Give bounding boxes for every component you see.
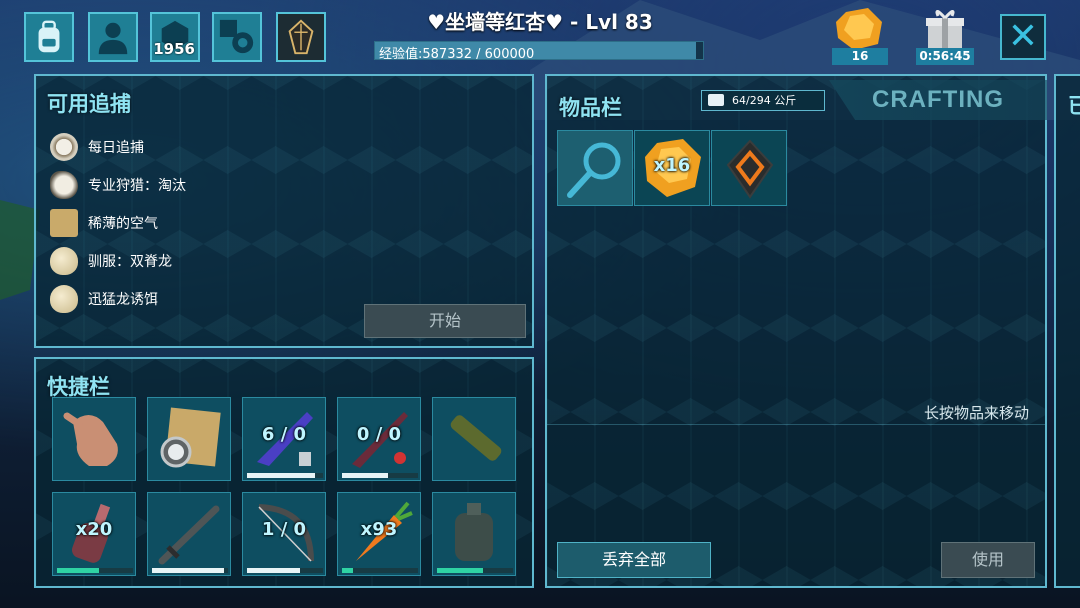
start-button[interactable]: 开始 <box>364 304 526 338</box>
quest-item[interactable]: 驯服：双脊龙 <box>50 242 530 280</box>
xp-bar: 经验值:587332 / 600000 <box>374 41 704 62</box>
search-magnifier-icon <box>567 142 621 198</box>
ammo-count: 0 / 0 <box>356 424 402 445</box>
backpack-icon <box>38 20 60 53</box>
durability-bar <box>57 568 133 573</box>
item-count: x16 <box>653 155 691 176</box>
inventory-slot[interactable]: x16 <box>634 130 710 206</box>
character-button[interactable] <box>88 12 138 62</box>
hotbar-slot[interactable]: x93 <box>337 492 421 576</box>
inventory-button[interactable] <box>24 12 74 62</box>
quests-title: 可用追捕 <box>47 92 131 116</box>
quest-label: 专业狩猎：淘汰 <box>88 178 186 194</box>
quest-label: 驯服：双脊龙 <box>88 254 172 270</box>
gear-icon <box>219 19 254 54</box>
hand-icon <box>63 412 118 466</box>
hotbar-slot[interactable] <box>432 397 516 481</box>
map-icon <box>50 209 78 237</box>
dino-skull-icon <box>50 171 78 199</box>
hotbar-slot[interactable] <box>52 397 136 481</box>
divider <box>547 424 1045 425</box>
weight-indicator: 64/294 公斤 <box>701 90 825 111</box>
close-x-icon: ✕ <box>1007 16 1039 57</box>
hotbar-slot[interactable]: 0 / 0 <box>337 397 421 481</box>
durability-fill <box>247 473 316 478</box>
durability-fill <box>152 568 225 573</box>
xp-label: 经验值:587332 / 600000 <box>379 47 535 62</box>
amber-icon <box>836 8 882 50</box>
spyglass-icon <box>450 415 502 461</box>
engrams-button[interactable]: 1956 <box>150 12 200 62</box>
quest-item[interactable]: 每日追捕 <box>50 128 530 166</box>
hotbar-slot[interactable]: 6 / 0 <box>242 397 326 481</box>
egg-icon <box>50 285 78 313</box>
inventory-slot[interactable] <box>711 130 787 206</box>
durability-bar <box>247 568 323 573</box>
move-hint: 长按物品来移动 <box>923 404 1029 422</box>
tab-crafting[interactable]: CRAFTING <box>829 80 1047 120</box>
durability-fill <box>247 568 301 573</box>
durability-bar <box>152 568 228 573</box>
inventory-search-slot[interactable] <box>557 130 633 206</box>
durability-fill <box>342 568 354 573</box>
tribe-button[interactable] <box>276 12 326 62</box>
backpack-armor-icon <box>455 503 493 561</box>
sword-icon <box>158 505 220 565</box>
gift-timer: 0:56:45 <box>916 48 974 65</box>
settings-button[interactable] <box>212 12 262 62</box>
player-name-level: ♥坐墙等红杏♥ - Lvl 83 <box>427 10 653 34</box>
quest-label: 迅猛龙诱饵 <box>88 292 158 308</box>
durability-bar <box>437 568 513 573</box>
drop-all-button[interactable]: 丢弃全部 <box>557 542 711 578</box>
gift-reward[interactable]: 0:56:45 <box>916 8 974 65</box>
hotbar-slot[interactable]: 1 / 0 <box>242 492 326 576</box>
inventory-title: 物品栏 <box>559 96 622 120</box>
use-button[interactable]: 使用 <box>941 542 1035 578</box>
side-panel-edge[interactable]: 已 <box>1054 74 1080 588</box>
durability-fill <box>342 473 388 478</box>
element-shard-icon <box>726 139 774 199</box>
inventory-panel: 物品栏 64/294 公斤 CRAFTING x16 长按物品来移动 丢弃全部 … <box>545 74 1047 588</box>
ammo-count: 6 / 0 <box>261 424 307 445</box>
quest-item[interactable]: 专业狩猎：淘汰 <box>50 166 530 204</box>
side-panel-title: 已 <box>1068 94 1080 118</box>
amber-count: 16 <box>832 48 888 65</box>
quest-label: 稀薄的空气 <box>88 216 158 232</box>
hotbar-slot[interactable]: x20 <box>52 492 136 576</box>
person-icon <box>98 22 128 55</box>
egg-icon <box>50 247 78 275</box>
quests-panel: 可用追捕 每日追捕 专业狩猎：淘汰 稀薄的空气 驯服：双脊龙 迅猛龙诱饵 开始 <box>34 74 534 348</box>
crystal-emblem-icon <box>288 19 314 55</box>
quest-item[interactable]: 稀薄的空气 <box>50 204 530 242</box>
item-count: x93 <box>360 519 398 540</box>
ammo-count: 1 / 0 <box>261 519 307 540</box>
durability-bar <box>342 473 418 478</box>
close-button[interactable]: ✕ <box>1000 14 1046 60</box>
map-compass-icon <box>160 407 221 468</box>
hotbar-slot[interactable] <box>432 492 516 576</box>
durability-fill <box>57 568 99 573</box>
weight-label: 64/294 公斤 <box>732 94 797 107</box>
scale-icon <box>708 94 724 106</box>
gift-box-icon <box>926 10 964 48</box>
durability-bar <box>342 568 418 573</box>
hotbar-slot[interactable] <box>147 397 231 481</box>
durability-fill <box>437 568 483 573</box>
clock-icon <box>50 133 78 161</box>
amber-currency[interactable]: 16 <box>832 8 888 65</box>
quest-label: 每日追捕 <box>88 140 144 156</box>
engram-points-count: 1956 <box>153 40 195 58</box>
item-count: x20 <box>75 519 113 540</box>
durability-bar <box>247 473 323 478</box>
hotbar-slot[interactable] <box>147 492 231 576</box>
hotbar-panel: 快捷栏 6 / 0 0 / 0 x20 1 / 0 x93 <box>34 357 534 588</box>
